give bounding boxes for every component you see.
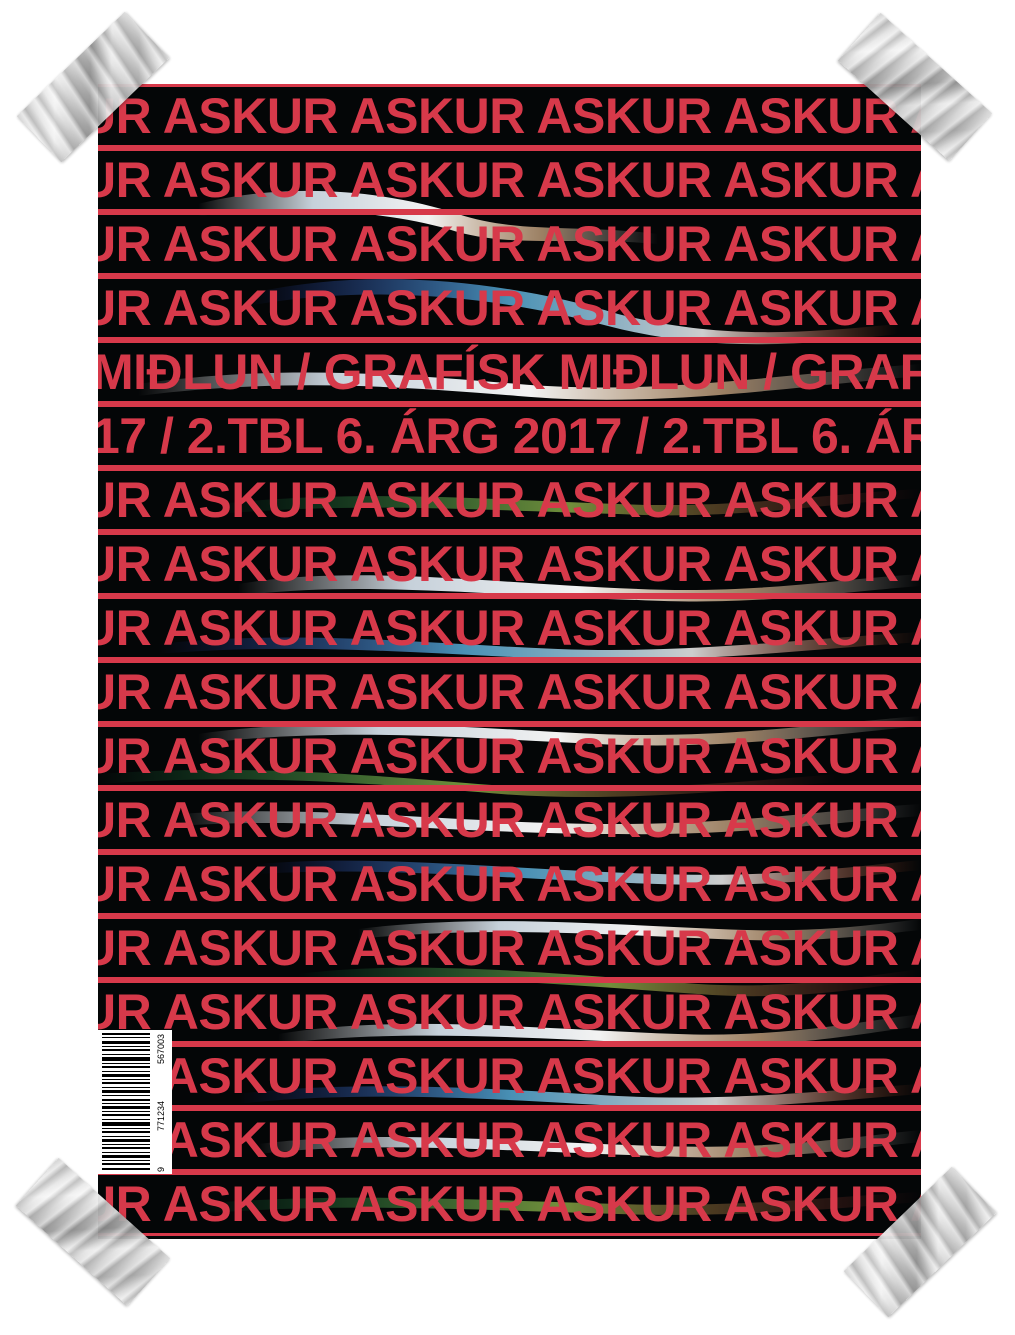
barcode-digit-first: 9 [156, 1166, 166, 1172]
row-text: MIÐLUN / GRAFÍSK MIÐLUN / GRAFÍSK [98, 344, 921, 400]
text-row: UR ASKUR ASKUR ASKUR ASKUR ASKUR [98, 84, 921, 148]
row-text: UR ASKUR ASKUR ASKUR ASKUR ASKUR [98, 280, 921, 336]
magazine-cover: UR ASKUR ASKUR ASKUR ASKUR ASKUR UR ASKU… [98, 84, 921, 1239]
row-text: UR ASKUR ASKUR ASKUR ASKUR ASKUR [98, 536, 921, 592]
text-row: MIÐLUN / GRAFÍSK MIÐLUN / GRAFÍSK [98, 340, 921, 404]
barcode-bars [102, 1033, 150, 1170]
text-row: 17 / 2.TBL 6. ÁRG 2017 / 2.TBL 6. ÁRG [98, 404, 921, 468]
text-row: UR ASKUR ASKUR ASKUR ASKUR ASKUR [98, 980, 921, 1044]
text-row: UR ASKUR ASKUR ASKUR ASKUR ASKUR [98, 596, 921, 660]
barcode: 9 771234 567003 [98, 1030, 172, 1174]
row-text: UR ASKUR ASKUR ASKUR ASKUR ASKUR [98, 920, 921, 976]
text-row: UR ASKUR ASKUR ASKUR ASKUR ASKUR [98, 724, 921, 788]
barcode-digits-left: 771234 [156, 1100, 166, 1131]
text-row: UR ASKUR ASKUR ASKUR ASKUR ASKUR [98, 1108, 921, 1172]
barcode-number: 9 771234 567003 [152, 1034, 170, 1172]
text-row: UR ASKUR ASKUR ASKUR ASKUR ASKUR [98, 1172, 921, 1236]
text-row: UR ASKUR ASKUR ASKUR ASKUR ASKUR [98, 276, 921, 340]
row-text: UR ASKUR ASKUR ASKUR ASKUR ASKUR [98, 88, 921, 144]
text-row: UR ASKUR ASKUR ASKUR ASKUR ASKUR [98, 788, 921, 852]
row-text: 17 / 2.TBL 6. ÁRG 2017 / 2.TBL 6. ÁRG [98, 408, 921, 464]
row-text: UR ASKUR ASKUR ASKUR ASKUR ASKUR [98, 600, 921, 656]
row-text: UR ASKUR ASKUR ASKUR ASKUR ASKUR [98, 1048, 921, 1104]
row-text: UR ASKUR ASKUR ASKUR ASKUR ASKUR [98, 984, 921, 1040]
text-row: UR ASKUR ASKUR ASKUR ASKUR ASKUR [98, 1044, 921, 1108]
row-text: UR ASKUR ASKUR ASKUR ASKUR ASKUR [98, 472, 921, 528]
text-row: UR ASKUR ASKUR ASKUR ASKUR ASKUR [98, 148, 921, 212]
row-text: UR ASKUR ASKUR ASKUR ASKUR ASKUR [98, 1176, 921, 1232]
repeating-text-rows: UR ASKUR ASKUR ASKUR ASKUR ASKUR UR ASKU… [98, 84, 921, 1239]
text-row: UR ASKUR ASKUR ASKUR ASKUR ASKUR [98, 660, 921, 724]
barcode-digits-right: 567003 [156, 1034, 166, 1065]
row-text: UR ASKUR ASKUR ASKUR ASKUR ASKUR [98, 152, 921, 208]
text-row: UR ASKUR ASKUR ASKUR ASKUR ASKUR [98, 916, 921, 980]
row-text: UR ASKUR ASKUR ASKUR ASKUR ASKUR [98, 792, 921, 848]
row-text: UR ASKUR ASKUR ASKUR ASKUR ASKUR [98, 664, 921, 720]
text-row: UR ASKUR ASKUR ASKUR ASKUR ASKUR [98, 852, 921, 916]
text-row: UR ASKUR ASKUR ASKUR ASKUR ASKUR [98, 532, 921, 596]
row-text: UR ASKUR ASKUR ASKUR ASKUR ASKUR [98, 728, 921, 784]
text-row: UR ASKUR ASKUR ASKUR ASKUR ASKUR [98, 468, 921, 532]
row-text: UR ASKUR ASKUR ASKUR ASKUR ASKUR [98, 216, 921, 272]
row-text: UR ASKUR ASKUR ASKUR ASKUR ASKUR [98, 1112, 921, 1168]
text-row: UR ASKUR ASKUR ASKUR ASKUR ASKUR [98, 212, 921, 276]
row-text: UR ASKUR ASKUR ASKUR ASKUR ASKUR [98, 856, 921, 912]
